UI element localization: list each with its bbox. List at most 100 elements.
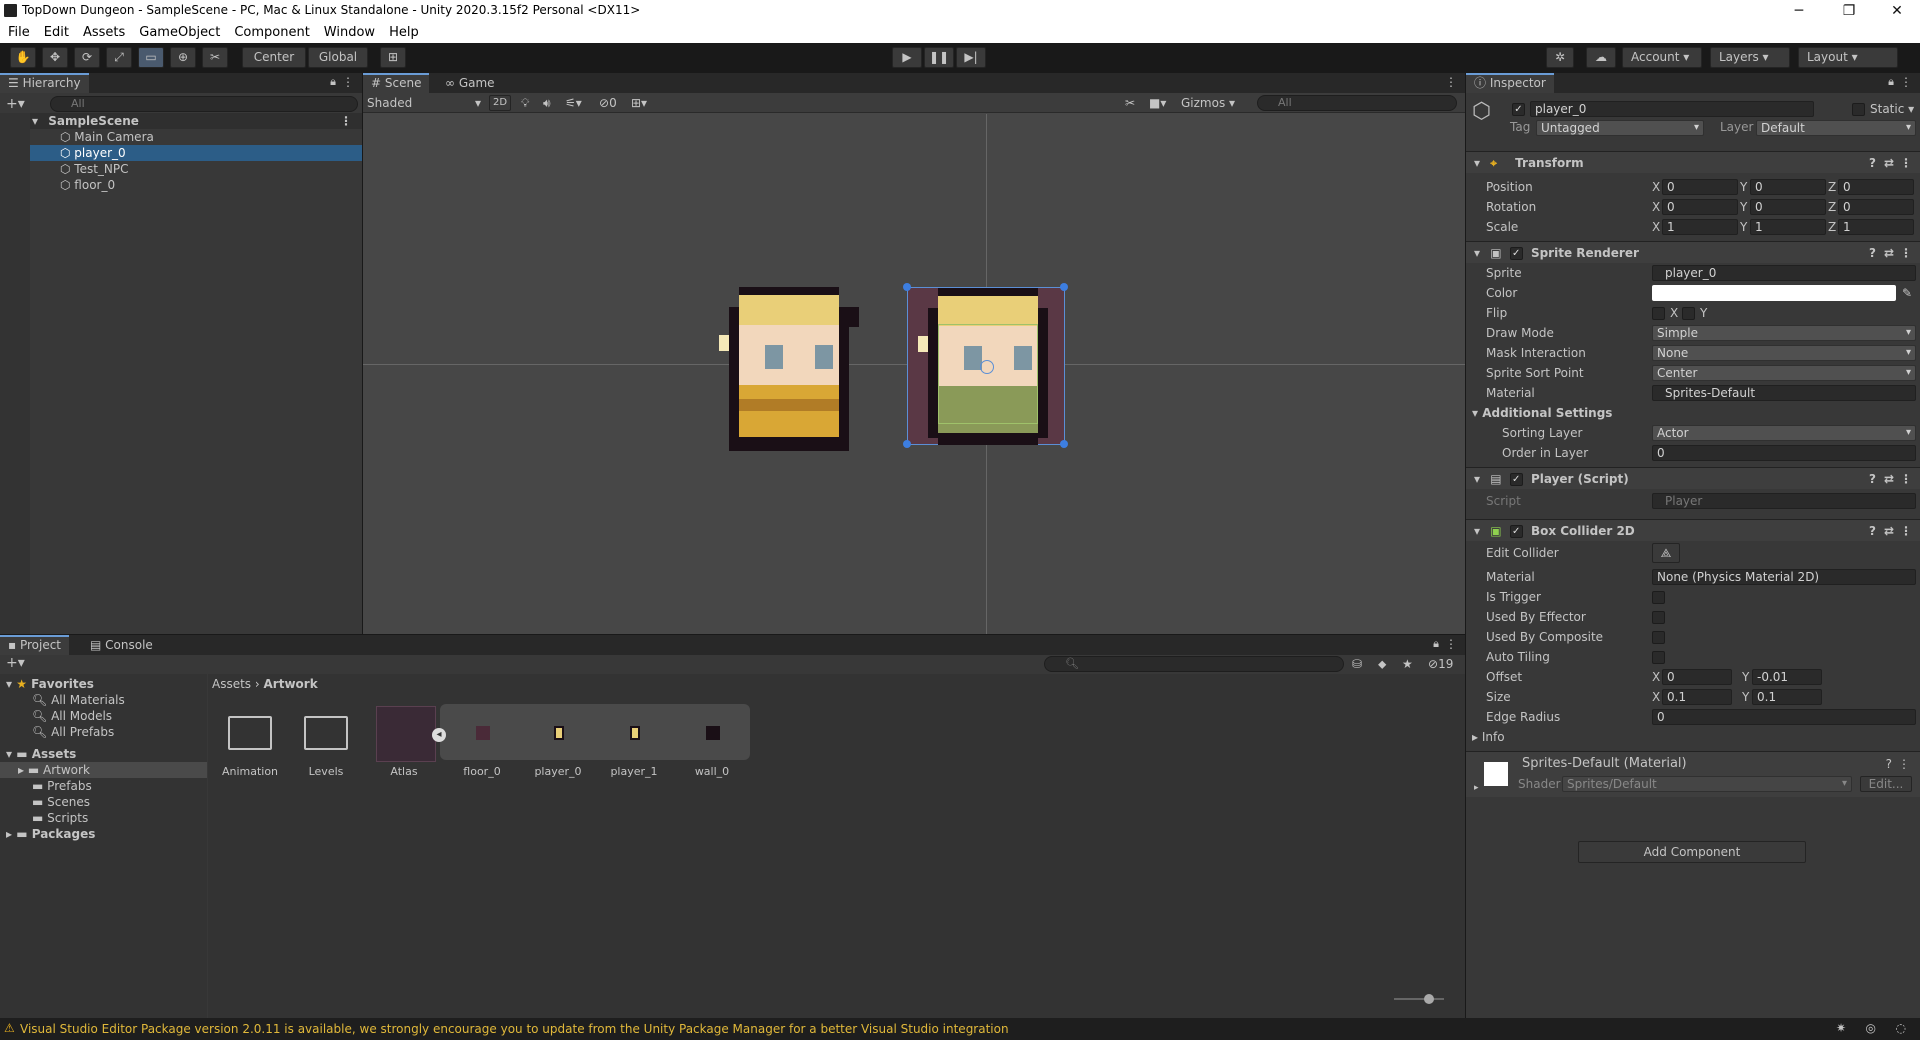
offset-y-input[interactable]: -0.01 <box>1752 669 1822 685</box>
player-sprite-selected[interactable] <box>903 283 1068 448</box>
component-menu-icon[interactable]: ⋮ <box>1898 756 1910 772</box>
transform-x-input[interactable]: 0 <box>1662 179 1738 195</box>
lighting-icon[interactable]: 💡︎ <box>521 95 529 111</box>
order-in-layer-input[interactable]: 0 <box>1652 445 1916 461</box>
transform-z-input[interactable]: 0 <box>1838 199 1914 215</box>
sprite-field[interactable]: player_0 <box>1652 265 1916 281</box>
draw-mode-dropdown[interactable]: Simple <box>1652 325 1916 341</box>
size-y-input[interactable]: 0.1 <box>1752 689 1822 705</box>
transform-header[interactable]: ▾ ⌖ Transform ? ⇄ ⋮ <box>1466 151 1920 173</box>
auto-generate-icon[interactable]: ◎ <box>1866 1021 1876 1035</box>
help-icon[interactable]: ? <box>1869 242 1876 264</box>
favorite-item[interactable]: 🔍︎ All Models <box>32 708 112 724</box>
edge-radius-input[interactable]: 0 <box>1652 709 1916 725</box>
effects-icon[interactable]: ⚟▾ <box>565 95 582 111</box>
filter-type-icon[interactable]: ⛁ <box>1352 656 1362 672</box>
component-menu-icon[interactable]: ⋮ <box>1900 468 1912 490</box>
enabled-checkbox[interactable]: ✓ <box>1509 247 1523 260</box>
camera-icon[interactable]: ■▾ <box>1149 95 1166 111</box>
favorites-header[interactable]: ▾ ★ Favorites <box>6 676 94 692</box>
expand-arrow-icon[interactable]: ▾ <box>32 114 38 128</box>
kebab-menu-icon[interactable]: ⋮ <box>342 75 354 89</box>
bug-icon[interactable]: ✷ <box>1836 1021 1846 1035</box>
object-name-input[interactable]: player_0 <box>1530 101 1814 117</box>
project-search-input[interactable]: 🔍︎ <box>1044 656 1344 672</box>
lock-icon[interactable]: 🔒︎ <box>1888 75 1894 89</box>
presets-icon[interactable]: ⇄ <box>1884 520 1894 542</box>
create-asset-button[interactable]: +▾ <box>6 655 25 671</box>
tab-hierarchy[interactable]: ☰ Hierarchy <box>0 73 89 93</box>
folder-icon[interactable] <box>228 716 272 750</box>
step-button[interactable]: ▶| <box>956 47 986 68</box>
info-foldout[interactable]: ▸ Info <box>1472 729 1505 745</box>
transform-z-input[interactable]: 1 <box>1838 219 1914 235</box>
material-field[interactable]: Sprites-Default <box>1652 385 1916 401</box>
scene-canvas[interactable] <box>363 114 1465 634</box>
layout-dropdown[interactable]: Layout ▾ <box>1798 47 1898 68</box>
tab-inspector[interactable]: ⓘ Inspector <box>1466 73 1554 93</box>
player1-thumbnail[interactable] <box>630 726 640 740</box>
shader-dropdown[interactable]: Sprites/Default <box>1562 776 1852 792</box>
tools-icon[interactable]: ✂ <box>1125 95 1135 111</box>
menu-window[interactable]: Window <box>316 22 381 40</box>
mask-interaction-dropdown[interactable]: None <box>1652 345 1916 361</box>
is-trigger-checkbox[interactable] <box>1652 591 1665 604</box>
atlas-thumbnail[interactable] <box>376 706 436 762</box>
presets-icon[interactable]: ⇄ <box>1884 468 1894 490</box>
player-script-header[interactable]: ▾ ▤ ✓ Player (Script) ? ⇄ ⋮ <box>1466 467 1920 489</box>
folder-icon[interactable] <box>304 716 348 750</box>
flip-y-checkbox[interactable] <box>1682 307 1695 320</box>
tab-scene[interactable]: # Scene <box>363 73 430 93</box>
component-menu-icon[interactable]: ⋮ <box>1900 242 1912 264</box>
2d-toggle[interactable]: 2D <box>489 95 511 111</box>
move-tool-icon[interactable]: ✥ <box>42 47 68 68</box>
shader-edit-button[interactable]: Edit... <box>1860 776 1912 792</box>
lock-icon[interactable]: 🔒︎ <box>330 75 336 89</box>
hierarchy-search-input[interactable]: All <box>50 96 358 112</box>
menu-edit[interactable]: Edit <box>36 22 75 40</box>
color-swatch[interactable] <box>1652 285 1896 301</box>
favorite-item[interactable]: 🔍︎ All Materials <box>32 692 125 708</box>
help-icon[interactable]: ? <box>1869 468 1876 490</box>
transform-tool-icon[interactable]: ⊕ <box>170 47 196 68</box>
static-checkbox[interactable] <box>1852 103 1865 116</box>
tag-dropdown[interactable]: Untagged <box>1536 120 1704 136</box>
component-menu-icon[interactable]: ⋮ <box>1900 152 1912 174</box>
tab-game[interactable]: ∞ Game <box>437 73 503 93</box>
tab-console[interactable]: ▤ Console <box>82 635 161 655</box>
filter-label-icon[interactable]: ⬥ <box>1378 656 1386 672</box>
enabled-checkbox[interactable]: ✓ <box>1509 473 1523 486</box>
hidden-objects-icon[interactable]: ⊘0 <box>599 95 617 111</box>
sprite-renderer-header[interactable]: ▾ ▣ ✓ Sprite Renderer ? ⇄ ⋮ <box>1466 241 1920 263</box>
list-item[interactable]: ⬡ floor_0 <box>60 177 115 193</box>
folder-item[interactable]: ▬ Scripts <box>32 810 88 826</box>
flip-x-checkbox[interactable] <box>1652 307 1665 320</box>
favorite-item[interactable]: 🔍︎ All Prefabs <box>32 724 114 740</box>
menu-gameobject[interactable]: GameObject <box>131 22 226 40</box>
thumbnail-size-slider[interactable] <box>1394 998 1444 1000</box>
floor-thumbnail[interactable] <box>476 726 490 740</box>
list-item[interactable]: ⬡ Main Camera <box>60 129 154 145</box>
used-by-effector-checkbox[interactable] <box>1652 611 1665 624</box>
collapse-arrow-icon[interactable]: ◂ <box>432 728 446 742</box>
used-by-composite-checkbox[interactable] <box>1652 631 1665 644</box>
layers-dropdown[interactable]: Layers ▾ <box>1710 47 1790 68</box>
custom-tool-icon[interactable]: ✂ <box>202 47 228 68</box>
sort-point-dropdown[interactable]: Center <box>1652 365 1916 381</box>
component-menu-icon[interactable]: ⋮ <box>1900 520 1912 542</box>
menu-assets[interactable]: Assets <box>75 22 131 40</box>
pivot-center-button[interactable]: Center <box>242 47 306 68</box>
active-checkbox[interactable]: ✓ <box>1512 103 1525 116</box>
eyedropper-icon[interactable]: ✎ <box>1902 285 1912 301</box>
additional-settings-foldout[interactable]: ▾ Additional Settings <box>1472 405 1612 421</box>
rect-tool-icon[interactable]: ▭ <box>138 47 164 68</box>
scene-search-input[interactable]: All <box>1257 95 1457 111</box>
rotate-tool-icon[interactable]: ⟳ <box>74 47 100 68</box>
list-item-selected[interactable]: ⬡ player_0 <box>0 145 362 161</box>
transform-y-input[interactable]: 0 <box>1750 179 1826 195</box>
lock-icon[interactable]: 🔒︎ <box>1433 637 1439 651</box>
offset-x-input[interactable]: 0 <box>1662 669 1732 685</box>
services-icon[interactable]: ✲ <box>1546 47 1574 68</box>
help-icon[interactable]: ? <box>1886 756 1892 772</box>
menu-file[interactable]: File <box>0 22 36 40</box>
